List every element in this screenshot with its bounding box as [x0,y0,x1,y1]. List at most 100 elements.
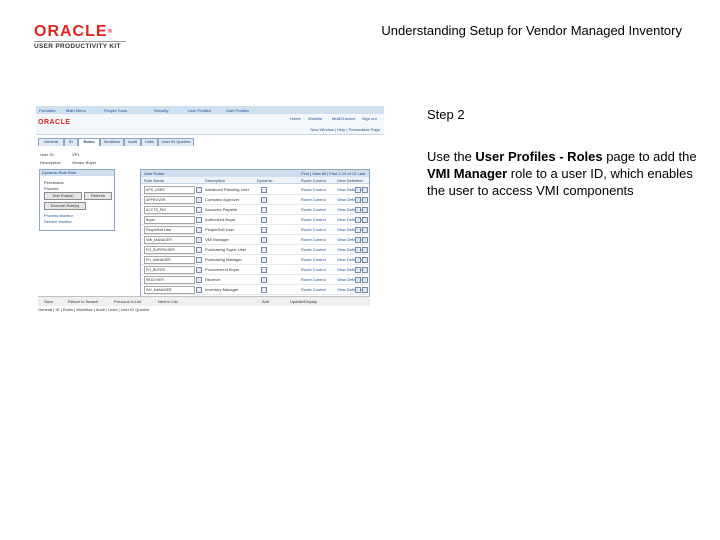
role-name-input[interactable]: INV_MANAGER [144,286,195,294]
delete-row-icon[interactable] [362,197,368,203]
dynamic-checkbox[interactable] [261,197,267,203]
dynamic-checkbox[interactable] [261,207,267,213]
dynamic-checkbox[interactable] [261,267,267,273]
lookup-icon[interactable] [196,287,202,293]
dynamic-checkbox[interactable] [261,277,267,283]
lookup-icon[interactable] [196,217,202,223]
route-control-link[interactable]: Route Control [301,267,326,272]
route-control-link[interactable]: Route Control [301,217,326,222]
add-row-icon[interactable] [355,207,361,213]
dynamic-checkbox[interactable] [261,257,267,263]
toolbar-button[interactable]: Previous in List [114,299,141,304]
add-row-icon[interactable] [355,187,361,193]
add-row-icon[interactable] [355,247,361,253]
lookup-icon[interactable] [196,197,202,203]
role-name-input[interactable]: PO_MANAGER [144,256,195,264]
delete-row-icon[interactable] [362,187,368,193]
tab-audit[interactable]: Audit [124,138,141,146]
route-control-link[interactable]: Route Control [301,207,326,212]
menubar-item[interactable]: Favorites [39,108,55,113]
lookup-icon[interactable] [196,257,202,263]
menubar-item[interactable]: Main Menu [66,108,86,113]
tab-id[interactable]: ID [64,138,78,146]
delete-row-icon[interactable] [362,267,368,273]
add-row-icon[interactable] [355,257,361,263]
delete-row-icon[interactable] [362,227,368,233]
tab-user-id-queries[interactable]: User ID Queries [158,138,194,146]
route-control-link[interactable]: Route Control [301,227,326,232]
route-control-link[interactable]: Route Control [301,187,326,192]
grid-navigation[interactable]: Find | View All | First 1-12 of 12 Last [301,171,365,176]
delete-row-icon[interactable] [362,217,368,223]
add-row-icon[interactable] [355,267,361,273]
route-control-link[interactable]: Route Control [301,257,326,262]
toolbar-button[interactable]: Return to Search [68,299,98,304]
lookup-icon[interactable] [196,267,202,273]
top-link[interactable]: Home [290,116,301,121]
lookup-icon[interactable] [196,187,202,193]
delete-row-icon[interactable] [362,237,368,243]
dynamic-checkbox[interactable] [261,187,267,193]
toolbar-button[interactable]: Add [262,299,269,304]
top-link[interactable]: Sign out [362,116,377,121]
route-control-link[interactable]: Route Control [301,277,326,282]
process-monitor-link[interactable]: Process Monitor [44,213,73,218]
test-rules-button[interactable]: Test Rule(s) [44,192,82,200]
dynamic-checkbox[interactable] [261,247,267,253]
refresh-button[interactable]: Refresh [84,192,112,200]
lookup-icon[interactable] [196,237,202,243]
role-description: Receiver [205,277,221,282]
route-control-link[interactable]: Route Control [301,237,326,242]
role-name-input[interactable]: APS_USER [144,186,195,194]
route-control-link[interactable]: Route Control [301,247,326,252]
role-name-input[interactable]: PO_SUPERUSER [144,246,195,254]
lookup-icon[interactable] [196,247,202,253]
lookup-icon[interactable] [196,277,202,283]
add-row-icon[interactable] [355,217,361,223]
toolbar-button[interactable]: Update/Display [290,299,317,304]
toolbar-button[interactable]: Next in List [158,299,178,304]
delete-row-icon[interactable] [362,247,368,253]
tab-roles[interactable]: Roles [78,138,100,146]
column-header: Route Control [301,178,326,183]
route-control-link[interactable]: Route Control [301,287,326,292]
dynamic-checkbox[interactable] [261,227,267,233]
role-name-input[interactable]: RECEIVER [144,276,195,284]
service-monitor-link[interactable]: Service Monitor [44,219,72,224]
add-row-icon[interactable] [355,277,361,283]
role-name-input[interactable]: VMI_MANAGER [144,236,195,244]
menubar-item[interactable]: People Tools [104,108,127,113]
dynamic-checkbox[interactable] [261,237,267,243]
role-name-input[interactable]: PO_BUYER [144,266,195,274]
add-row-icon[interactable] [355,197,361,203]
role-name-input[interactable]: PeopleSoft User [144,226,195,234]
add-row-icon[interactable] [355,287,361,293]
toolbar-button[interactable]: Save [44,299,53,304]
role-name-input[interactable]: Buyer [144,216,195,224]
route-control-link[interactable]: Route Control [301,197,326,202]
delete-row-icon[interactable] [362,257,368,263]
delete-row-icon[interactable] [362,207,368,213]
menubar-item[interactable]: User Profiles [226,108,249,113]
top-link[interactable]: MultiChannel [332,116,355,121]
lookup-icon[interactable] [196,207,202,213]
top-link[interactable]: Worklist [308,116,322,121]
delete-row-icon[interactable] [362,277,368,283]
menubar-item[interactable]: User Profiles [188,108,211,113]
tab-links[interactable]: Links [141,138,158,146]
role-name-input[interactable]: APPROVER [144,196,195,204]
tab-general[interactable]: General [38,138,64,146]
dynamic-checkbox[interactable] [261,287,267,293]
menubar-item[interactable]: Security [154,108,168,113]
add-row-icon[interactable] [355,237,361,243]
add-row-icon[interactable] [355,227,361,233]
permission-label: Permission [44,180,64,185]
delete-row-icon[interactable] [362,287,368,293]
sub-links[interactable]: New Window | Help | Personalize Page [311,127,380,132]
footer-links[interactable]: General | ID | Roles | Workflow | Audit … [38,307,149,312]
role-name-input[interactable]: ACCTS_PAY [144,206,195,214]
tab-workflow[interactable]: Workflow [100,138,124,146]
execute-rules-button[interactable]: Execute Rule(s) [44,202,86,210]
lookup-icon[interactable] [196,227,202,233]
dynamic-checkbox[interactable] [261,217,267,223]
